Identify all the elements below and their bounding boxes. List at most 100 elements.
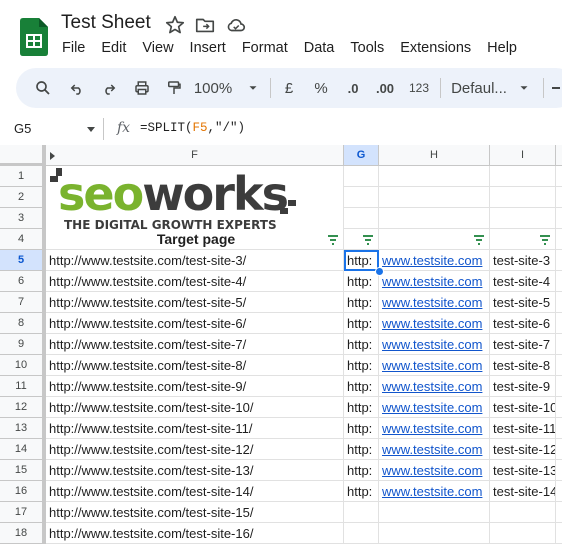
menu-tools[interactable]: Tools [350,40,384,56]
cell-f11[interactable]: http://www.testsite.com/test-site-9/ [46,376,344,397]
cell-i2[interactable] [490,187,556,208]
move-folder-icon[interactable] [194,14,216,36]
cell-h17[interactable] [379,502,490,523]
fill-handle[interactable] [375,267,384,276]
row-header[interactable]: 18 [0,523,46,544]
row-header[interactable]: 6 [0,271,46,292]
cell-f5[interactable]: http://www.testsite.com/test-site-3/ [46,250,344,271]
column-header-i[interactable]: I [490,145,556,166]
menu-file[interactable]: File [62,40,85,56]
cell-i11[interactable]: test-site-9 [490,376,556,397]
cell-j9[interactable] [556,334,562,355]
cell-g18[interactable] [344,523,379,544]
filter-icon[interactable] [362,235,374,245]
cell-f16[interactable]: http://www.testsite.com/test-site-14/ [46,481,344,502]
cell-j18[interactable] [556,523,562,544]
column-header-f[interactable]: F [46,145,344,166]
column-header-h[interactable]: H [379,145,490,166]
cell-g1[interactable] [344,166,379,187]
cell-f14[interactable]: http://www.testsite.com/test-site-12/ [46,439,344,460]
cell-h12[interactable]: www.testsite.com [379,397,490,418]
cell-j6[interactable] [556,271,562,292]
select-all-corner[interactable] [0,145,46,166]
row-header[interactable]: 5 [0,250,46,271]
filter-icon[interactable] [539,235,551,245]
cell-i6[interactable]: test-site-4 [490,271,556,292]
cell-f13[interactable]: http://www.testsite.com/test-site-11/ [46,418,344,439]
cell-j1[interactable] [556,166,562,187]
cell-g6[interactable]: http: [344,271,379,292]
cell-f9[interactable]: http://www.testsite.com/test-site-7/ [46,334,344,355]
menu-format[interactable]: Format [242,40,288,56]
cell-g13[interactable]: http: [344,418,379,439]
cell-i14[interactable]: test-site-12 [490,439,556,460]
menu-view[interactable]: View [142,40,173,56]
cell-h15[interactable]: www.testsite.com [379,460,490,481]
cell-h3[interactable] [379,208,490,229]
redo-button[interactable] [96,68,122,108]
cell-g4[interactable] [344,229,379,250]
cell-j11[interactable] [556,376,562,397]
star-icon[interactable] [164,14,186,36]
print-button[interactable] [129,68,155,108]
cell-h16[interactable]: www.testsite.com [379,481,490,502]
row-header[interactable]: 16 [0,481,46,502]
increase-decimal-button[interactable]: .00 [370,68,400,108]
row-header[interactable]: 11 [0,376,46,397]
cell-f17[interactable]: http://www.testsite.com/test-site-15/ [46,502,344,523]
cell-f10[interactable]: http://www.testsite.com/test-site-8/ [46,355,344,376]
cell-i10[interactable]: test-site-8 [490,355,556,376]
search-menus-button[interactable] [30,68,56,108]
cell-j10[interactable] [556,355,562,376]
cell-f15[interactable]: http://www.testsite.com/test-site-13/ [46,460,344,481]
cell-g14[interactable]: http: [344,439,379,460]
cell-i16[interactable]: test-site-14 [490,481,556,502]
name-box[interactable]: G5 [14,121,31,136]
column-header-g[interactable]: G [344,145,379,166]
row-header[interactable]: 13 [0,418,46,439]
row-header[interactable]: 7 [0,292,46,313]
cell-g3[interactable] [344,208,379,229]
cell-h10[interactable]: www.testsite.com [379,355,490,376]
row-header[interactable]: 12 [0,397,46,418]
cell-h18[interactable] [379,523,490,544]
cell-h11[interactable]: www.testsite.com [379,376,490,397]
cell-j7[interactable] [556,292,562,313]
cell-g9[interactable]: http: [344,334,379,355]
font-select[interactable]: Defaul... [448,68,534,108]
cell-g12[interactable]: http: [344,397,379,418]
cell-g2[interactable] [344,187,379,208]
menu-data[interactable]: Data [304,40,335,56]
cell-f18[interactable]: http://www.testsite.com/test-site-16/ [46,523,344,544]
cell-f7[interactable]: http://www.testsite.com/test-site-5/ [46,292,344,313]
cell-j16[interactable] [556,481,562,502]
filter-icon[interactable] [327,235,339,245]
cell-i7[interactable]: test-site-5 [490,292,556,313]
cell-g8[interactable]: http: [344,313,379,334]
cell-h2[interactable] [379,187,490,208]
cell-j8[interactable] [556,313,562,334]
cell-i13[interactable]: test-site-11 [490,418,556,439]
row-header[interactable]: 8 [0,313,46,334]
zoom-select[interactable]: 100% [192,68,262,108]
cell-h9[interactable]: www.testsite.com [379,334,490,355]
row-header[interactable]: 10 [0,355,46,376]
cell-f4[interactable]: Target page [46,229,344,250]
cell-i5[interactable]: test-site-3 [490,250,556,271]
decrease-decimal-button[interactable]: .0 [340,68,366,108]
cell-f12[interactable]: http://www.testsite.com/test-site-10/ [46,397,344,418]
cell-j14[interactable] [556,439,562,460]
cell-g17[interactable] [344,502,379,523]
cell-g11[interactable]: http: [344,376,379,397]
cell-j17[interactable] [556,502,562,523]
row-header[interactable]: 14 [0,439,46,460]
cell-h13[interactable]: www.testsite.com [379,418,490,439]
filter-icon[interactable] [473,235,485,245]
row-header[interactable]: 17 [0,502,46,523]
cell-j4[interactable] [556,229,562,250]
cell-h14[interactable]: www.testsite.com [379,439,490,460]
cell-j5[interactable] [556,250,562,271]
cell-g10[interactable]: http: [344,355,379,376]
cell-g16[interactable]: http: [344,481,379,502]
row-header[interactable]: 15 [0,460,46,481]
